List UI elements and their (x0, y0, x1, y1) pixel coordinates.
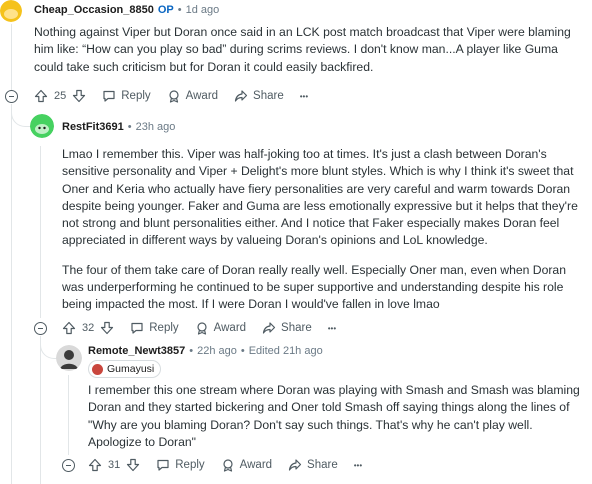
share-button[interactable]: Share (262, 321, 312, 335)
reply-icon (131, 322, 143, 334)
avatar[interactable] (0, 0, 22, 22)
flair-icon (92, 363, 103, 375)
user-flair: Gumayusi (88, 360, 162, 378)
thread-line-root-continued (11, 104, 12, 484)
share-icon (234, 90, 248, 102)
collapse-thread-button[interactable] (5, 90, 18, 103)
avatar[interactable] (30, 114, 54, 138)
downvote-icon[interactable] (72, 89, 86, 103)
thread-hook-reply-1 (11, 104, 30, 127)
reply-label: Reply (175, 459, 205, 471)
award-icon (223, 459, 233, 472)
comment-body: I remember this one stream where Doran w… (88, 382, 588, 463)
comment-meta: RestFit3691 • 23h ago (62, 121, 175, 133)
snoo-avatar-icon (30, 114, 54, 138)
avatar[interactable] (56, 345, 82, 371)
upvote-icon[interactable] (88, 458, 102, 472)
upvote-icon[interactable] (34, 89, 48, 103)
downvote-icon[interactable] (126, 458, 140, 472)
username[interactable]: Cheap_Occasion_8850 (34, 4, 154, 16)
comment-meta: Remote_Newt3857 • 22h ago • Edited 21h a… (88, 345, 323, 357)
collapse-thread-button[interactable] (62, 459, 75, 472)
comment-actions: 31 Reply Award Share ••• (88, 455, 378, 475)
user-avatar-icon (56, 345, 82, 371)
comment-body: Nothing against Viper but Doran once sai… (34, 24, 589, 88)
timestamp[interactable]: 22h ago (197, 345, 237, 357)
vote-count: 31 (108, 459, 121, 471)
award-label: Award (239, 459, 273, 471)
comment-meta: Cheap_Occasion_8850 OP • 1d ago (34, 4, 219, 16)
share-label: Share (307, 459, 338, 471)
comment-actions: 25 Reply Award Share ••• (34, 86, 324, 106)
snoo-avatar-icon (0, 0, 22, 22)
share-icon (288, 459, 302, 471)
op-badge: OP (157, 4, 174, 16)
more-label: ••• (299, 91, 309, 101)
comment-body: Lmao I remember this. Viper was half-jok… (62, 146, 590, 326)
thread-line-reply-1 (40, 146, 41, 318)
award-label: Award (213, 322, 247, 334)
award-icon (169, 90, 179, 103)
thread-line-reply-1-continued (40, 336, 41, 484)
share-button[interactable]: Share (288, 458, 338, 472)
share-label: Share (281, 322, 312, 334)
separator: • (189, 345, 194, 357)
reply-label: Reply (149, 322, 179, 334)
edited-timestamp: Edited 21h ago (248, 345, 323, 357)
reply-icon (157, 459, 169, 471)
vote-count: 32 (82, 322, 95, 334)
more-label: ••• (353, 460, 363, 470)
reply-label: Reply (121, 90, 151, 102)
more-label: ••• (327, 323, 337, 333)
thread-line-root (11, 24, 12, 94)
username[interactable]: Remote_Newt3857 (88, 345, 185, 357)
share-icon (262, 322, 276, 334)
vote-group: 25 (34, 89, 86, 103)
username[interactable]: RestFit3691 (62, 121, 124, 133)
reply-button[interactable]: Reply (156, 458, 205, 472)
timestamp[interactable]: 1d ago (186, 4, 220, 16)
award-icon (197, 322, 207, 335)
reply-button[interactable]: Reply (102, 89, 151, 103)
separator: • (127, 121, 132, 133)
reply-icon (103, 90, 115, 102)
comment-paragraph: Nothing against Viper but Doran once sai… (34, 25, 571, 74)
separator: • (240, 345, 245, 357)
collapse-thread-button[interactable] (34, 322, 47, 335)
share-label: Share (253, 90, 284, 102)
vote-group: 31 (88, 458, 140, 472)
vote-count: 25 (54, 90, 67, 102)
more-options-button[interactable]: ••• (354, 461, 362, 470)
share-button[interactable]: Share (234, 89, 284, 103)
award-button[interactable]: Award (195, 321, 246, 335)
award-button[interactable]: Award (167, 89, 218, 103)
thread-line-reply-2 (68, 375, 69, 455)
more-options-button[interactable]: ••• (328, 324, 336, 333)
comment-paragraph: Lmao I remember this. Viper was half-jok… (62, 147, 578, 248)
award-label: Award (185, 90, 219, 102)
award-button[interactable]: Award (221, 458, 272, 472)
reply-button[interactable]: Reply (130, 321, 179, 335)
timestamp[interactable]: 23h ago (136, 121, 176, 133)
vote-group: 32 (62, 321, 114, 335)
comment-paragraph: I remember this one stream where Doran w… (88, 383, 580, 449)
comment-actions: 32 Reply Award Share ••• (62, 318, 352, 338)
comment-paragraph: The four of them take care of Doran real… (62, 262, 566, 312)
upvote-icon[interactable] (62, 321, 76, 335)
downvote-icon[interactable] (100, 321, 114, 335)
more-options-button[interactable]: ••• (300, 92, 308, 101)
separator: • (177, 4, 182, 16)
flair-text: Gumayusi (107, 363, 155, 375)
